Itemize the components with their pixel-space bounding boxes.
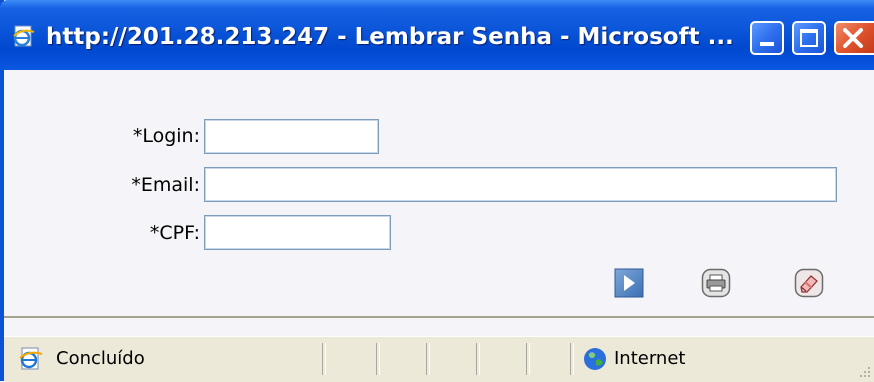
- status-divider: [426, 343, 430, 375]
- login-input[interactable]: [204, 119, 379, 154]
- email-label: *Email:: [131, 174, 200, 196]
- status-text: Concluído: [56, 348, 145, 369]
- minimize-button[interactable]: [750, 21, 784, 55]
- ie-page-icon: [13, 25, 35, 47]
- status-divider: [376, 343, 380, 375]
- content-divider: [4, 316, 874, 318]
- page-content: *Login: *Email: *CPF:: [4, 70, 874, 338]
- title-bar[interactable]: http://201.28.213.247 - Lembrar Senha - …: [0, 0, 874, 70]
- close-icon: [843, 28, 863, 48]
- resize-grip-icon[interactable]: [856, 363, 872, 379]
- status-divider: [476, 343, 480, 375]
- globe-icon: [584, 348, 606, 370]
- window-title: http://201.28.213.247 - Lembrar Senha - …: [46, 24, 734, 50]
- minimize-icon: [760, 42, 774, 46]
- printer-icon[interactable]: [701, 268, 731, 298]
- zone-text: Internet: [614, 348, 686, 369]
- browser-popup-window: http://201.28.213.247 - Lembrar Senha - …: [0, 0, 874, 382]
- status-divider: [322, 343, 326, 375]
- status-divider: [526, 343, 530, 375]
- cpf-input[interactable]: [204, 215, 391, 250]
- maximize-button[interactable]: [792, 21, 826, 55]
- eraser-icon[interactable]: [794, 268, 824, 298]
- status-divider: [570, 343, 574, 375]
- status-bar: Concluído Internet: [4, 336, 874, 382]
- ie-page-icon: [19, 347, 43, 370]
- cpf-label: *CPF:: [149, 222, 200, 244]
- close-button[interactable]: [834, 21, 874, 55]
- login-label: *Login:: [132, 125, 200, 147]
- play-arrow-icon[interactable]: [614, 268, 644, 298]
- email-input[interactable]: [204, 167, 837, 202]
- maximize-icon: [800, 29, 818, 47]
